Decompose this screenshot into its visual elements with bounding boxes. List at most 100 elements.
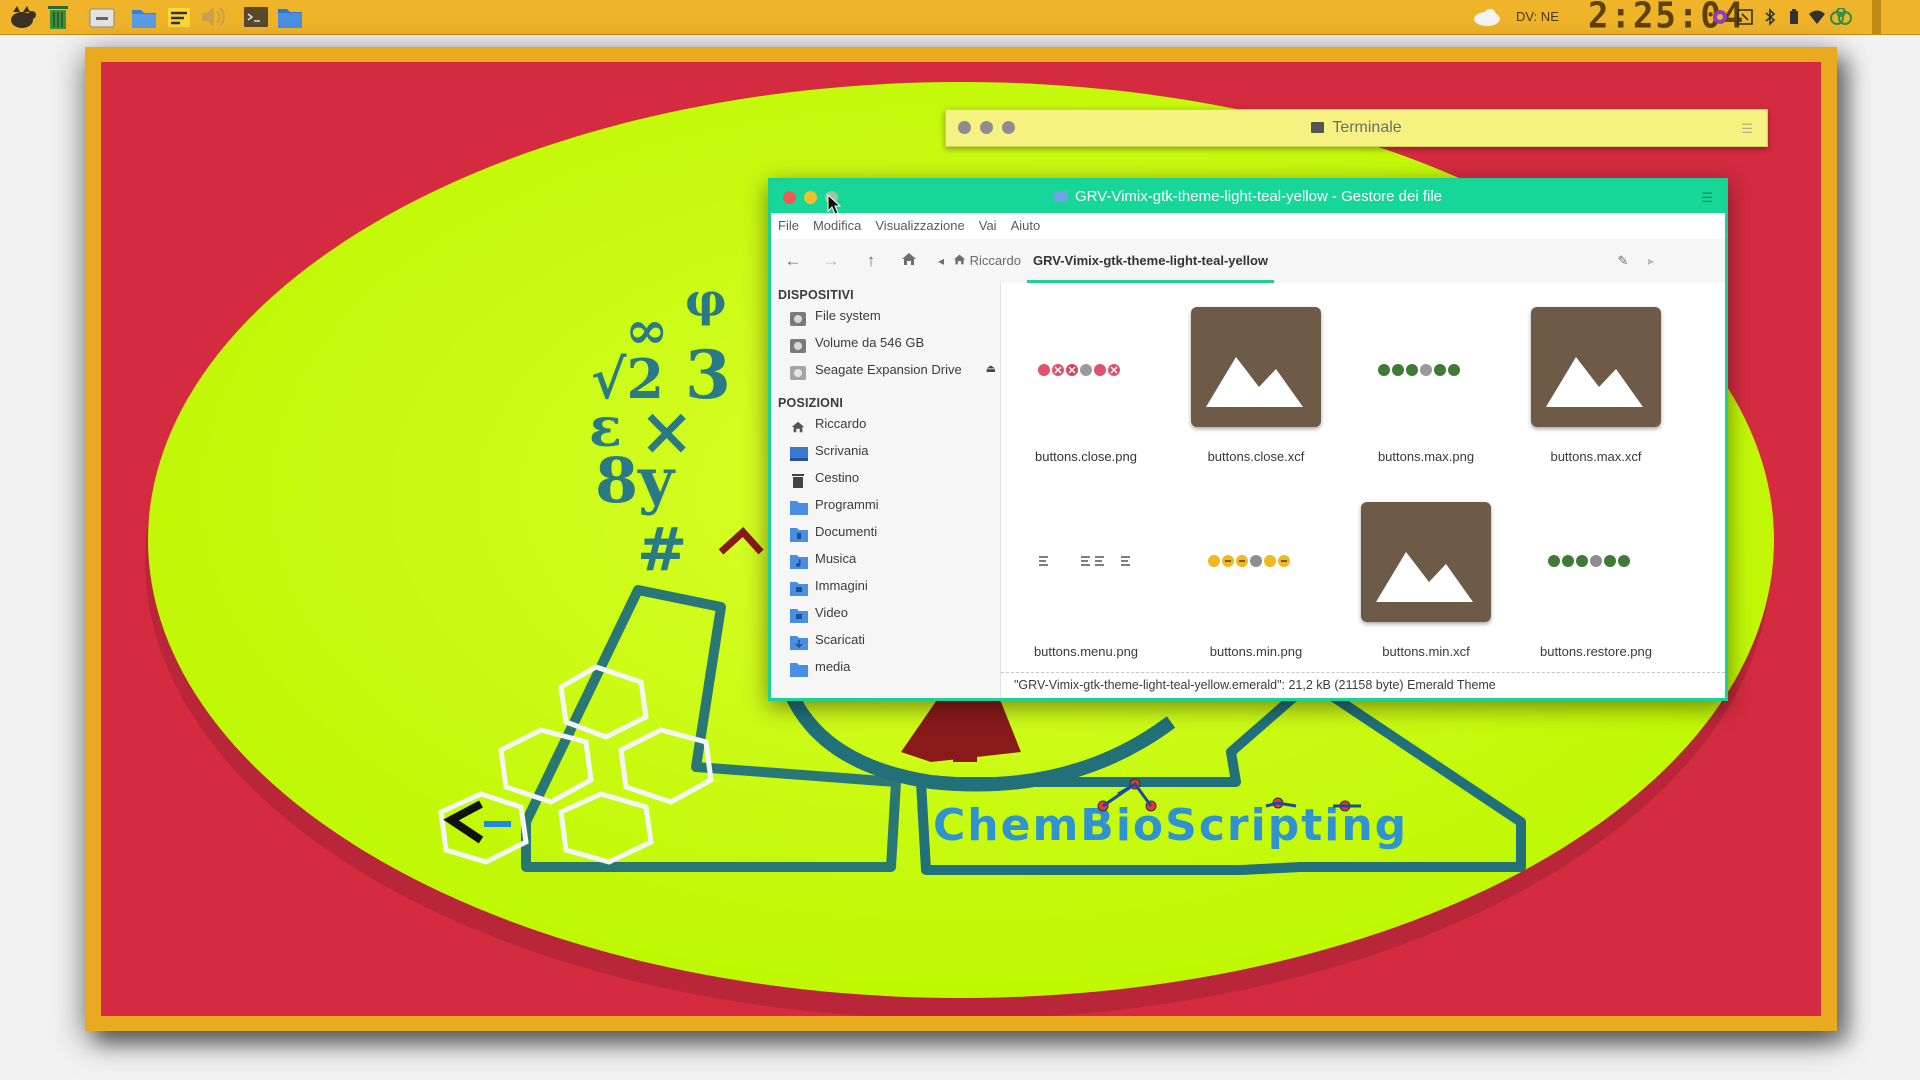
- file-item[interactable]: buttons.min.png: [1176, 496, 1336, 673]
- weather-icon[interactable]: [1472, 8, 1502, 26]
- window-menu-icon[interactable]: ☰: [1701, 190, 1713, 206]
- image-placeholder-icon: [1176, 301, 1336, 451]
- sidebar-item-label: Volume da 546 GB: [815, 335, 925, 350]
- drive-icon[interactable]: [88, 3, 116, 31]
- sidebar-item-label: Scrivania: [815, 443, 869, 458]
- screenshot-icon[interactable]: [1736, 8, 1754, 26]
- window-titlebar[interactable]: GRV-Vimix-gtk-theme-light-teal-yellow - …: [771, 181, 1725, 213]
- downloads-folder-icon: [790, 632, 808, 650]
- breadcrumb-right-icon[interactable]: ▸: [1641, 251, 1661, 271]
- file-item[interactable]: buttons.min.xcf: [1346, 496, 1506, 673]
- terminal-window[interactable]: Terminale ☰: [945, 109, 1768, 147]
- sidebar-places-header: POSIZIONI: [778, 396, 844, 410]
- menu-buttons-thumbnail: [1006, 496, 1166, 646]
- sidebar-item-programs[interactable]: Programmi: [771, 491, 1000, 518]
- menu-help[interactable]: Aiuto: [1004, 213, 1048, 239]
- file-name: buttons.max.png: [1377, 449, 1475, 464]
- desktop-icon: [790, 443, 808, 461]
- eject-icon[interactable]: ⏏: [986, 356, 996, 383]
- sidebar-item-media[interactable]: media: [771, 653, 1000, 680]
- sidebar-item-downloads[interactable]: Scaricati: [771, 626, 1000, 653]
- volume-icon[interactable]: [198, 3, 226, 31]
- keyboard-layout-indicator[interactable]: DV: NE: [1516, 0, 1559, 34]
- forward-arrow-icon[interactable]: →: [821, 251, 841, 271]
- file-name: buttons.max.xcf: [1550, 449, 1642, 464]
- file-item[interactable]: buttons.menu.png: [1006, 496, 1166, 673]
- file-name: buttons.menu.png: [1033, 644, 1139, 659]
- file-name: buttons.min.xcf: [1382, 644, 1470, 659]
- menu-file[interactable]: File: [771, 213, 806, 239]
- back-arrow-icon[interactable]: ←: [783, 251, 803, 271]
- file-manager-window[interactable]: GRV-Vimix-gtk-theme-light-teal-yellow - …: [768, 178, 1728, 701]
- sidebar-item-label: Immagini: [815, 578, 868, 593]
- image-placeholder-icon: [1516, 301, 1676, 451]
- sidebar-item-desktop[interactable]: Scrivania: [771, 437, 1000, 464]
- sidebar-item-volume[interactable]: Volume da 546 GB: [771, 329, 1000, 356]
- drive-icon: [790, 335, 806, 353]
- svg-text:8y: 8y: [595, 444, 676, 517]
- up-arrow-icon[interactable]: ↑: [861, 251, 881, 271]
- restore-buttons-thumbnail: [1516, 496, 1676, 646]
- whisker-menu-icon[interactable]: [8, 3, 36, 31]
- sidebar-item-label: Video: [815, 605, 849, 620]
- status-bar: "GRV-Vimix-gtk-theme-light-teal-yellow.e…: [1001, 672, 1725, 698]
- sidebar-item-music[interactable]: Musica: [771, 545, 1000, 572]
- sidebar-item-pictures[interactable]: Immagini: [771, 572, 1000, 599]
- breadcrumb-home[interactable]: Riccardo: [953, 239, 1021, 283]
- sidebar-item-label: Programmi: [815, 497, 879, 512]
- logo-text: ChemBioScripting: [933, 800, 1408, 851]
- sidebar-item-documents[interactable]: Documenti: [771, 518, 1000, 545]
- svg-text:φ: φ: [685, 273, 727, 327]
- file-item[interactable]: buttons.max.png: [1346, 301, 1506, 486]
- trash-icon[interactable]: [45, 3, 73, 31]
- sidebar-item-videos[interactable]: Video: [771, 599, 1000, 626]
- file-item[interactable]: buttons.max.xcf: [1516, 301, 1676, 486]
- min-buttons-thumbnail: [1176, 496, 1336, 646]
- bluetooth-icon[interactable]: [1761, 8, 1779, 26]
- folder-icon: [790, 497, 808, 515]
- sidebar-item-home[interactable]: Riccardo: [771, 410, 1000, 437]
- menu-go[interactable]: Vai: [972, 213, 1004, 239]
- sidebar-item-trash[interactable]: Cestino: [771, 464, 1000, 491]
- file-item[interactable]: buttons.close.xcf: [1176, 301, 1336, 486]
- menu-view[interactable]: Visualizzazione: [868, 213, 971, 239]
- home-icon[interactable]: [899, 251, 919, 271]
- external-drive-icon: [790, 362, 806, 380]
- wifi-icon[interactable]: [1808, 8, 1826, 26]
- updates-icon[interactable]: [1829, 7, 1853, 26]
- settings-icon[interactable]: [1711, 8, 1729, 26]
- file-name: buttons.restore.png: [1539, 644, 1653, 659]
- file-item[interactable]: buttons.close.png: [1006, 301, 1166, 486]
- sidebar-item-label: Scaricati: [815, 632, 865, 647]
- sidebar-item-file-system[interactable]: File system: [771, 302, 1000, 329]
- file-item[interactable]: buttons.restore.png: [1516, 496, 1676, 673]
- home-small-icon: [953, 254, 966, 265]
- terminal-icon[interactable]: [242, 3, 270, 31]
- menu-edit[interactable]: Modifica: [806, 213, 868, 239]
- image-placeholder-icon: [1346, 496, 1506, 646]
- sidebar: DISPOSITIVI File system Volume da 546 GB…: [771, 283, 1001, 698]
- mouse-cursor-icon: [827, 193, 843, 216]
- file-name: buttons.close.png: [1035, 449, 1137, 464]
- breadcrumb-left-icon[interactable]: ◂: [931, 251, 951, 271]
- edit-location-icon[interactable]: ✎: [1613, 251, 1633, 271]
- battery-icon[interactable]: [1785, 8, 1803, 26]
- files-icon[interactable]: [130, 3, 158, 31]
- sidebar-item-label: media: [815, 659, 851, 674]
- menu-icon[interactable]: ☰: [1741, 121, 1753, 137]
- folder-title-icon: [1053, 191, 1068, 202]
- toolbar: ← → ↑ ◂ Riccardo GRV-Vimix-gtk-theme-lig…: [771, 239, 1725, 284]
- drive-icon: [790, 308, 806, 326]
- notes-icon[interactable]: [165, 3, 193, 31]
- breadcrumb-current[interactable]: GRV-Vimix-gtk-theme-light-teal-yellow: [1027, 239, 1275, 283]
- pictures-folder-icon: [790, 578, 808, 596]
- breadcrumb-home-label: Riccardo: [969, 253, 1021, 268]
- home-icon: [790, 416, 806, 433]
- sidebar-item-seagate[interactable]: Seagate Expansion Drive ⏏: [771, 356, 1000, 383]
- sidebar-devices-header: DISPOSITIVI: [778, 288, 854, 302]
- top-panel: DV: NE 2:25:04: [0, 0, 1920, 35]
- folder-icon[interactable]: [276, 3, 304, 31]
- sidebar-item-label: File system: [815, 308, 881, 323]
- sidebar-item-label: Cestino: [815, 470, 860, 485]
- panel-separator: [1872, 0, 1881, 34]
